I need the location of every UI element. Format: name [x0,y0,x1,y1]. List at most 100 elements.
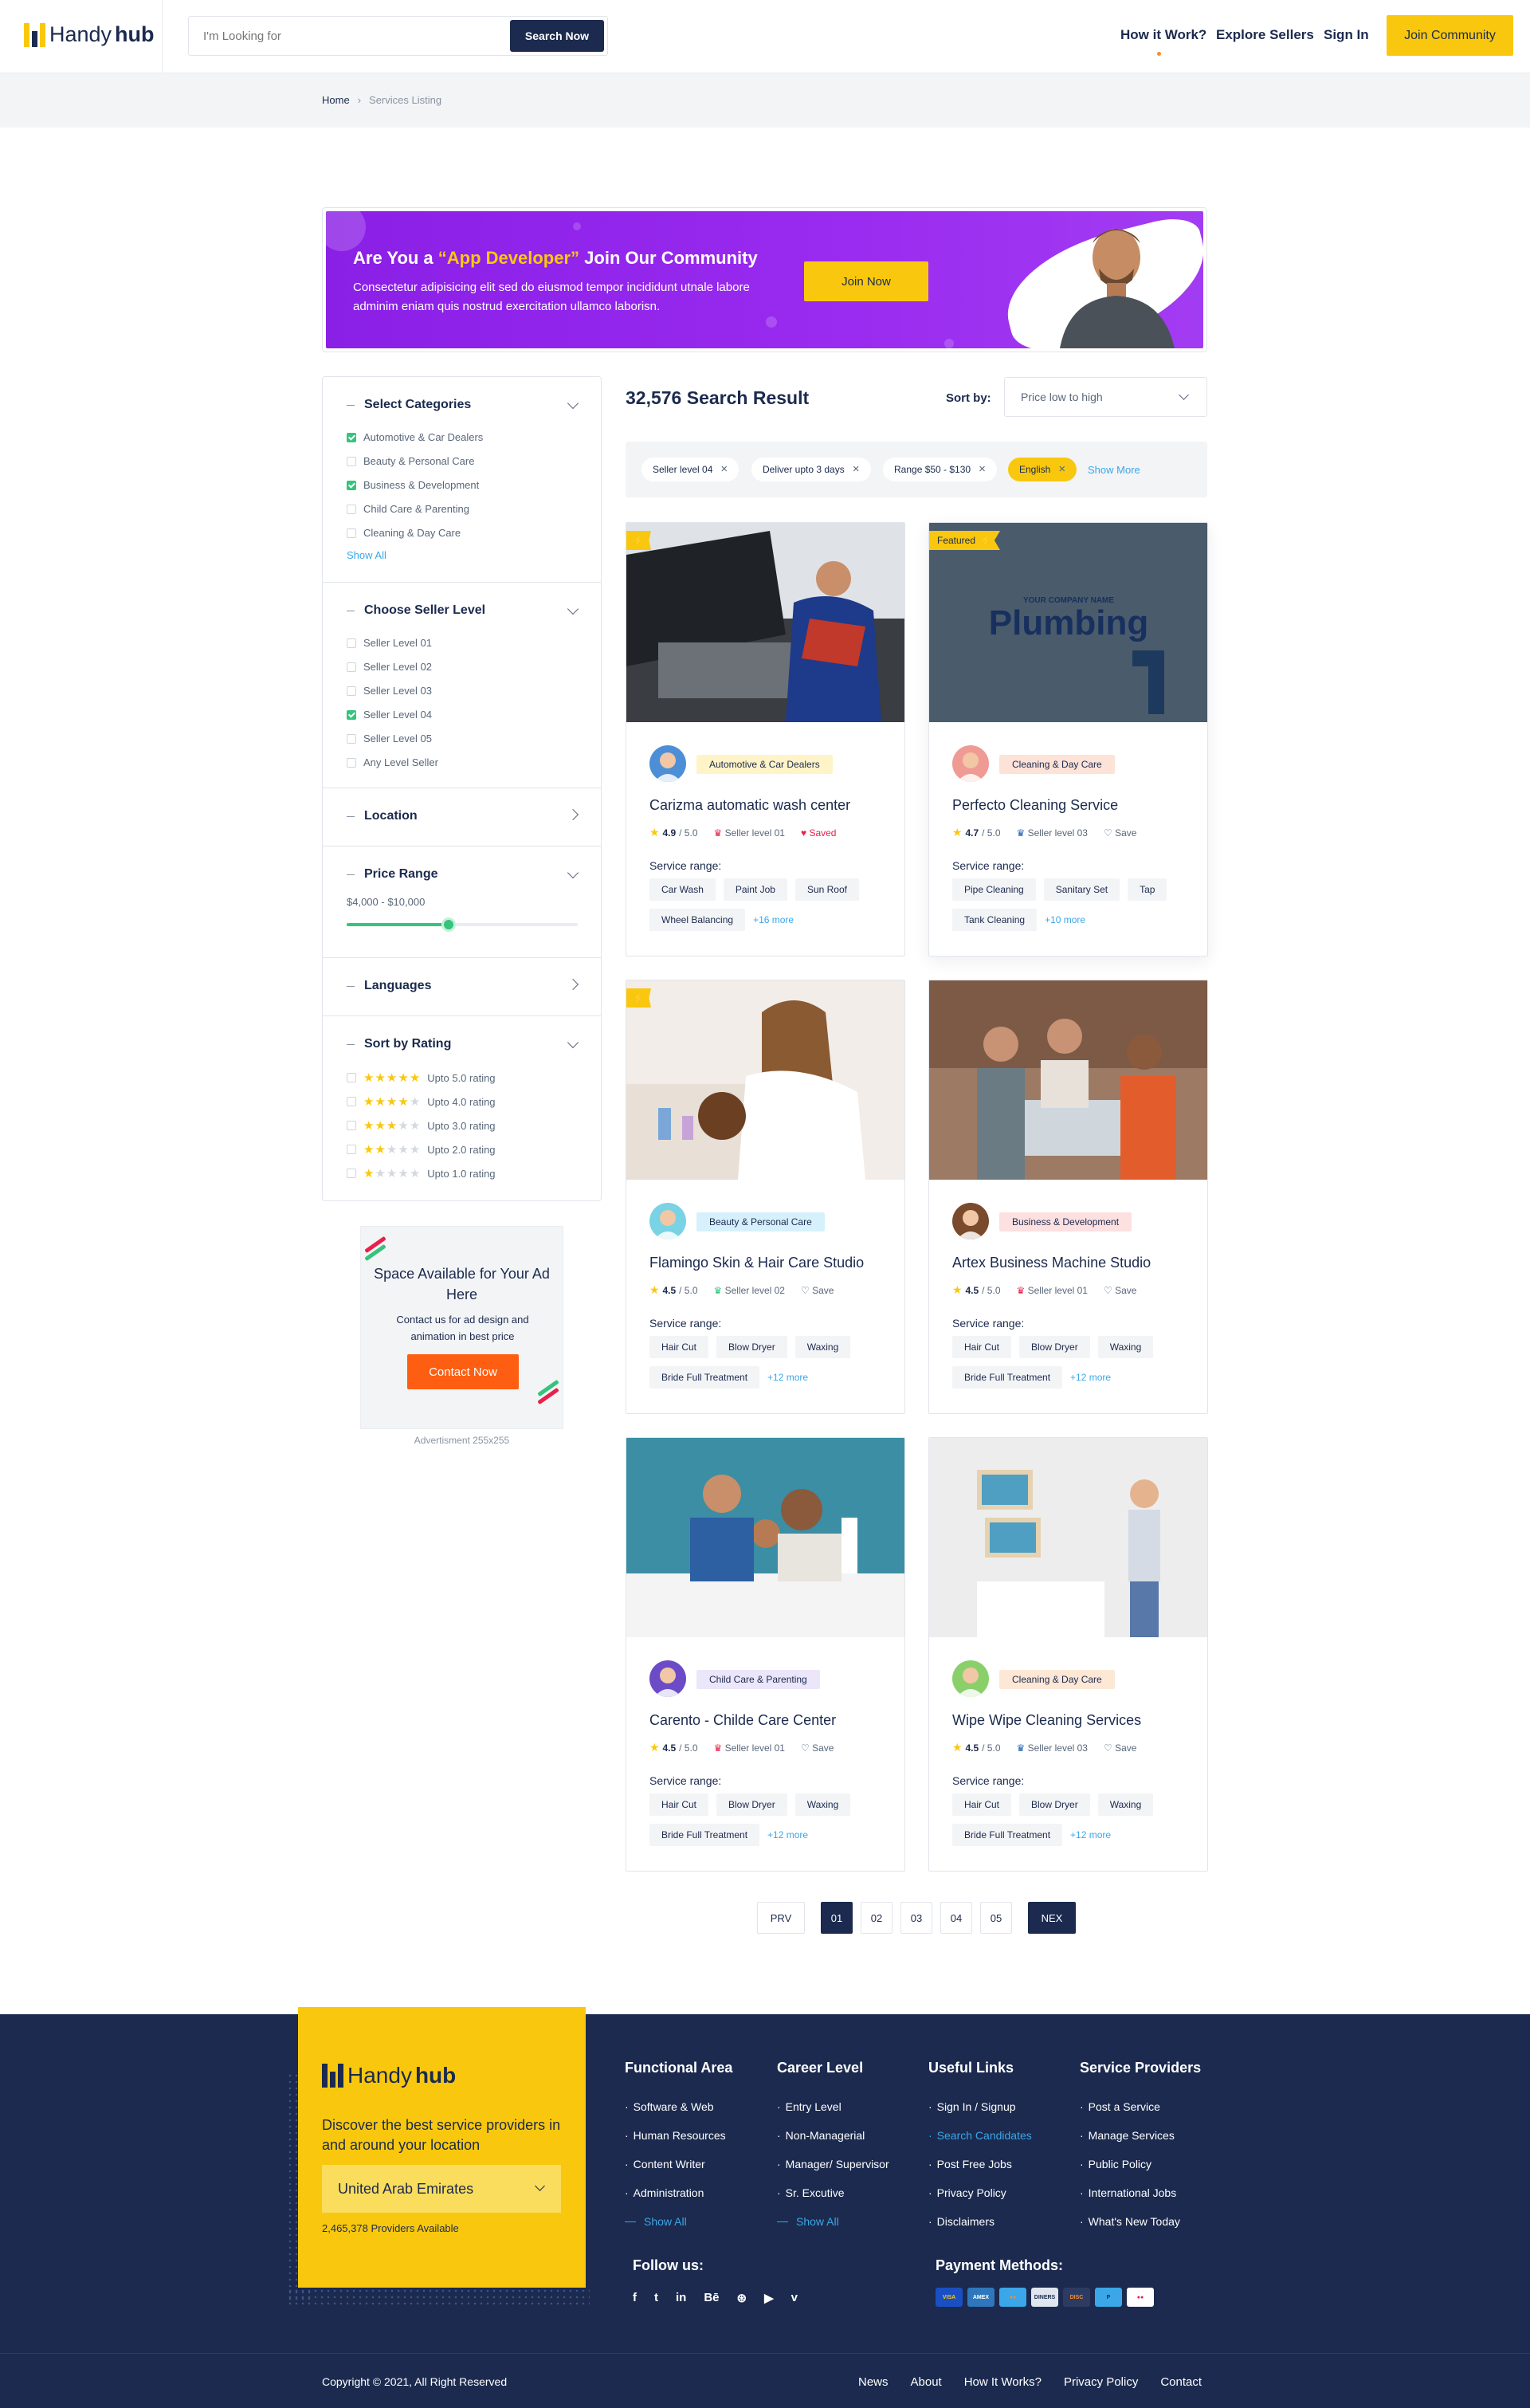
save-toggle[interactable]: ♡ Save [1104,827,1136,839]
avatar[interactable] [952,1660,989,1697]
service-tag[interactable]: Waxing [1097,1793,1154,1816]
service-card[interactable]: ⚡ Automotive & Car Dealers Carizma automat… [626,522,905,957]
footer-show-all-link[interactable]: Show All [777,2207,889,2236]
footer-link[interactable]: Post a Service [1080,2092,1201,2121]
filter-chip-selected[interactable]: English × [1008,458,1077,481]
checkbox[interactable] [347,432,356,442]
category-tag[interactable]: Cleaning & Day Care [999,1670,1115,1689]
footer-link[interactable]: Software & Web [625,2092,732,2121]
service-tag[interactable]: Paint Job [723,878,787,901]
service-card-image[interactable] [929,1438,1207,1637]
slider-handle[interactable] [441,917,456,932]
rating-option[interactable]: ★ ★ ★ ★ ★ Upto 3.0 rating [347,1118,496,1133]
checkbox[interactable] [347,1169,356,1178]
filter-option[interactable]: Automotive & Car Dealers [347,431,483,443]
filter-option[interactable]: Seller Level 02 [347,661,432,673]
service-tag[interactable]: Blow Dryer [1019,1793,1090,1816]
filter-chip[interactable]: Range $50 - $130 × [883,458,997,481]
filter-option[interactable]: Beauty & Personal Care [347,455,474,467]
footer-link[interactable]: Non-Managerial [777,2121,889,2150]
rating-option[interactable]: ★ ★ ★ ★ ★ Upto 4.0 rating [347,1094,496,1109]
sort-select[interactable]: Price low to high [1004,377,1207,417]
footer-link[interactable]: Sign In / Signup [928,2092,1032,2121]
footer-link[interactable]: Privacy Policy [928,2178,1032,2207]
service-tag[interactable]: Sanitary Set [1043,878,1120,901]
close-icon[interactable]: × [979,463,986,475]
service-title[interactable]: Perfecto Cleaning Service [952,797,1118,814]
footer-bottom-link[interactable]: About [911,2375,942,2389]
footer-link[interactable]: Disclaimers [928,2207,1032,2236]
service-card[interactable]: YOUR COMPANY NAME Plumbing Featured ⚡ Cleani… [928,522,1208,957]
service-card[interactable]: Business & Development Artex Business Mac… [928,980,1208,1414]
close-icon[interactable]: × [720,463,728,475]
dribbble-icon[interactable]: ⊛ [737,2291,747,2305]
search-input[interactable] [203,27,442,45]
categories-show-all-link[interactable]: Show All [347,549,386,561]
checkbox[interactable] [347,709,356,720]
chevron-down-icon[interactable] [567,603,579,615]
avatar[interactable] [952,1203,989,1239]
contact-now-button[interactable]: Contact Now [407,1354,519,1389]
save-toggle[interactable]: ♡ Save [1104,1285,1136,1296]
more-services-link[interactable]: +10 more [1045,909,1085,931]
service-title[interactable]: Artex Business Machine Studio [952,1255,1151,1271]
close-icon[interactable]: × [1058,463,1065,475]
filter-rating-header[interactable]: Sort by Rating [347,1037,451,1051]
filter-location-header[interactable]: Location [347,809,418,823]
pagination-page[interactable]: 01 [821,1902,853,1934]
nav-sign-in[interactable]: Sign In [1324,27,1369,43]
rating-option[interactable]: ★ ★ ★ ★ ★ Upto 2.0 rating [347,1142,496,1157]
checkbox[interactable] [347,733,356,744]
pagination-next[interactable]: NEX [1028,1902,1076,1934]
checkbox[interactable] [347,662,356,672]
chevron-down-icon[interactable] [567,866,579,879]
filter-languages-header[interactable]: Languages [347,979,431,993]
more-services-link[interactable]: +12 more [767,1824,808,1846]
footer-link[interactable]: Content Writer [625,2150,732,2178]
footer-logo[interactable]: Handy hub [322,2063,456,2088]
category-tag[interactable]: Business & Development [999,1212,1132,1231]
rating-option[interactable]: ★ ★ ★ ★ ★ Upto 5.0 rating [347,1070,496,1085]
checkbox[interactable] [347,685,356,696]
service-card-image[interactable] [626,523,904,722]
chevron-right-icon[interactable] [567,808,579,821]
service-tag[interactable]: Hair Cut [952,1793,1012,1816]
service-tag[interactable]: Tank Cleaning [952,909,1038,931]
service-tag[interactable]: Waxing [1097,1336,1154,1358]
footer-link[interactable]: Administration [625,2178,732,2207]
rating-option[interactable]: ★ ★ ★ ★ ★ Upto 1.0 rating [347,1166,496,1180]
pagination-page[interactable]: 05 [980,1902,1012,1934]
pagination-page[interactable]: 04 [940,1902,972,1934]
facebook-icon[interactable]: f [633,2291,637,2305]
avatar[interactable] [649,1203,686,1239]
footer-bottom-link[interactable]: Privacy Policy [1064,2375,1138,2389]
footer-link[interactable]: Entry Level [777,2092,889,2121]
footer-link[interactable]: What's New Today [1080,2207,1201,2236]
service-tag[interactable]: Sun Roof [794,878,859,901]
filter-option[interactable]: Seller Level 04 [347,709,432,721]
country-select[interactable]: United Arab Emirates [322,2165,561,2213]
chevron-down-icon[interactable] [567,1036,579,1049]
close-icon[interactable]: × [853,463,860,475]
filter-location[interactable]: Location [323,788,601,847]
nav-how-it-works[interactable]: How it Work? [1120,27,1206,56]
service-tag[interactable]: Bride Full Treatment [952,1366,1063,1389]
category-tag[interactable]: Automotive & Car Dealers [696,755,833,774]
service-title[interactable]: Flamingo Skin & Hair Care Studio [649,1255,864,1271]
service-card[interactable]: ⚡ Beauty & Personal Care Flamingo Skin & H… [626,980,905,1414]
pagination-prev[interactable]: PRV [757,1902,805,1934]
checkbox[interactable] [347,1145,356,1154]
footer-link[interactable]: Public Policy [1080,2150,1201,2178]
checkbox[interactable] [347,480,356,490]
service-card[interactable]: Child Care & Parenting Carento - Childe C… [626,1437,905,1872]
footer-bottom-link[interactable]: Contact [1160,2375,1202,2389]
filter-option[interactable]: Seller Level 03 [347,685,432,697]
filter-option[interactable]: Seller Level 05 [347,733,432,744]
checkbox[interactable] [347,1097,356,1106]
chevron-down-icon[interactable] [567,397,579,410]
filter-option[interactable]: Cleaning & Day Care [347,527,461,539]
category-tag[interactable]: Beauty & Personal Care [696,1212,825,1231]
checkbox[interactable] [347,1121,356,1130]
service-title[interactable]: Carizma automatic wash center [649,797,850,814]
service-tag[interactable]: Wheel Balancing [649,909,746,931]
